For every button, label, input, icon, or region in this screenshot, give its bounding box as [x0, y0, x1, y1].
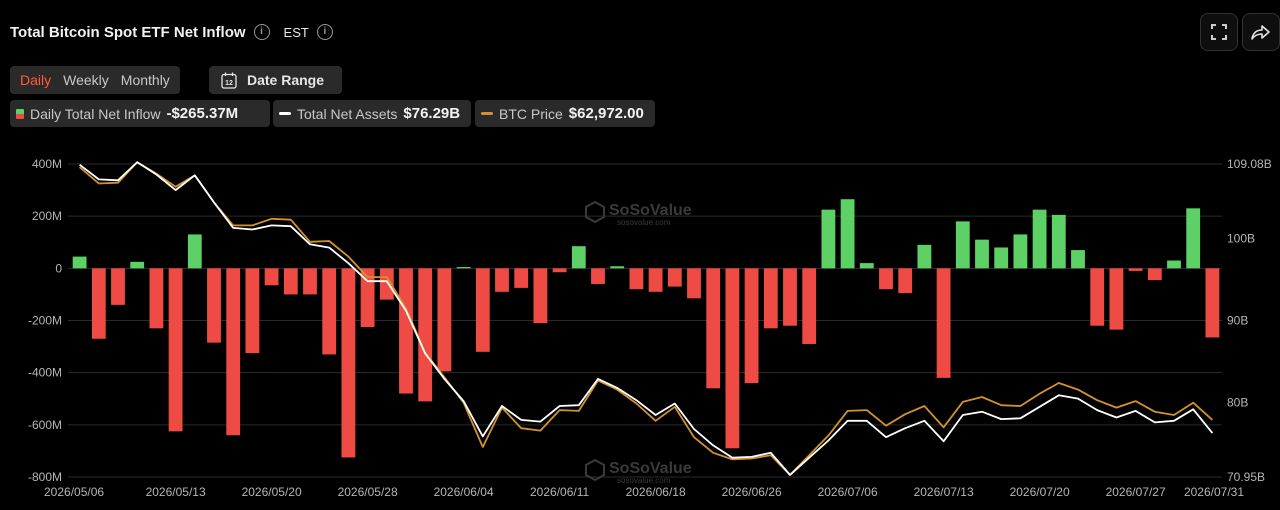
inflow-bar	[111, 268, 125, 305]
inflow-bar	[706, 268, 721, 389]
inflow-bar	[533, 268, 548, 324]
watermark-site: sosovalue.com	[617, 218, 671, 227]
y-right-tick-label: 70.95B	[1227, 470, 1265, 484]
inflow-bar	[418, 268, 433, 402]
inflow-bar	[91, 268, 106, 339]
inflow-bar	[207, 268, 221, 343]
x-tick-label: 2026/05/06	[44, 485, 104, 499]
watermark-site: sosovalue.com	[617, 476, 671, 485]
inflow-bar	[1013, 234, 1028, 269]
x-tick-label: 2026/06/18	[626, 485, 686, 499]
chart-area: SoSoValue sosovalue.com SoSoValue sosova…	[28, 157, 1272, 499]
inflow-bar	[130, 261, 145, 269]
inflow-bar	[1071, 250, 1085, 269]
x-tick-label: 2026/05/13	[146, 485, 206, 499]
inflow-bar	[1128, 268, 1143, 271]
watermark-bottom: SoSoValue sosovalue.com	[585, 458, 692, 485]
inflow-bar	[821, 209, 836, 269]
inflow-bar	[1147, 268, 1162, 281]
inflow-bar	[898, 268, 913, 294]
x-tick-label: 2026/07/20	[1010, 485, 1070, 499]
inflow-bar	[552, 268, 567, 273]
inflow-bar	[859, 263, 874, 269]
x-axis: 2026/05/06 2026/05/13 2026/05/20 2026/05/28…	[44, 485, 1244, 499]
y-left-tick-label: -400M	[28, 366, 62, 380]
inflow-bar	[245, 268, 260, 354]
inflow-bar	[744, 268, 759, 384]
y-left-tick-label: 0	[55, 261, 62, 275]
inflow-bar	[1205, 268, 1220, 338]
inflow-bar	[514, 268, 529, 288]
inflow-bar	[936, 268, 951, 378]
y-left-tick-label: -800M	[28, 470, 62, 484]
inflow-bar	[667, 268, 682, 287]
inflow-bar	[725, 268, 740, 449]
inflow-bar	[283, 268, 298, 295]
inflow-bar	[955, 221, 970, 269]
y-right-tick-label: 109.08B	[1227, 157, 1272, 171]
inflow-bar	[840, 199, 855, 269]
inflow-bars	[72, 199, 1220, 458]
y-axis-left: 400M 200M 0 -200M -400M -600M -800M	[28, 157, 62, 484]
inflow-bar	[475, 268, 490, 352]
inflow-bar	[571, 246, 586, 269]
watermark-brand: SoSoValue	[609, 460, 692, 477]
x-tick-label: 2026/06/04	[434, 485, 494, 499]
inflow-bar	[226, 268, 241, 436]
inflow-bar	[763, 268, 778, 329]
sosovalue-logo-icon	[585, 200, 605, 224]
x-tick-label: 2026/05/28	[338, 485, 398, 499]
x-tick-label: 2026/07/31	[1184, 485, 1244, 499]
inflow-bar	[687, 268, 701, 299]
inflow-bar	[975, 239, 989, 269]
inflow-bar	[783, 268, 797, 326]
inflow-bar	[629, 268, 644, 290]
inflow-bar	[879, 268, 893, 290]
inflow-bar	[994, 247, 1009, 269]
y-left-tick-label: 200M	[32, 209, 62, 223]
inflow-bar	[610, 266, 625, 269]
inflow-bar	[456, 267, 471, 269]
y-left-tick-label: -600M	[28, 418, 62, 432]
x-tick-label: 2026/05/20	[242, 485, 302, 499]
inflow-bar	[917, 244, 932, 269]
y-left-tick-label: -200M	[28, 314, 62, 328]
y-axis-right: 109.08B 100B 90B 80B 70.95B	[1227, 157, 1272, 484]
y-right-tick-label: 80B	[1227, 396, 1248, 410]
x-tick-label: 2026/06/11	[530, 485, 589, 499]
inflow-bar	[399, 268, 413, 394]
y-right-tick-label: 90B	[1227, 314, 1248, 328]
watermark-top: SoSoValue sosovalue.com	[585, 200, 692, 227]
inflow-bar	[341, 268, 356, 458]
inflow-bar	[1186, 208, 1201, 269]
inflow-bar	[437, 268, 452, 372]
inflow-bar	[149, 268, 164, 329]
inflow-bar	[322, 268, 337, 355]
inflow-bar	[72, 256, 87, 269]
x-tick-label: 2026/07/27	[1106, 485, 1166, 499]
inflow-bar	[264, 268, 279, 286]
inflow-bar	[495, 268, 509, 292]
inflow-bar	[648, 268, 663, 292]
inflow-bar	[187, 234, 202, 269]
inflow-bar	[168, 268, 183, 432]
x-tick-label: 2026/07/06	[818, 485, 878, 499]
x-tick-label: 2026/06/26	[722, 485, 782, 499]
watermark-brand: SoSoValue	[609, 202, 692, 219]
inflow-bar	[1167, 260, 1181, 269]
inflow-bar	[1090, 268, 1105, 326]
inflow-bar	[303, 268, 317, 295]
inflow-bar	[1109, 268, 1124, 330]
inflow-bar	[591, 268, 605, 284]
y-left-tick-label: 400M	[32, 157, 62, 171]
inflow-bar	[1032, 209, 1047, 269]
y-right-tick-label: 100B	[1227, 232, 1255, 246]
x-tick-label: 2026/07/13	[914, 485, 974, 499]
inflow-bar	[1051, 214, 1066, 269]
inflow-bar	[802, 268, 817, 344]
watermark: SoSoValue sosovalue.com SoSoValue sosova…	[585, 200, 692, 485]
